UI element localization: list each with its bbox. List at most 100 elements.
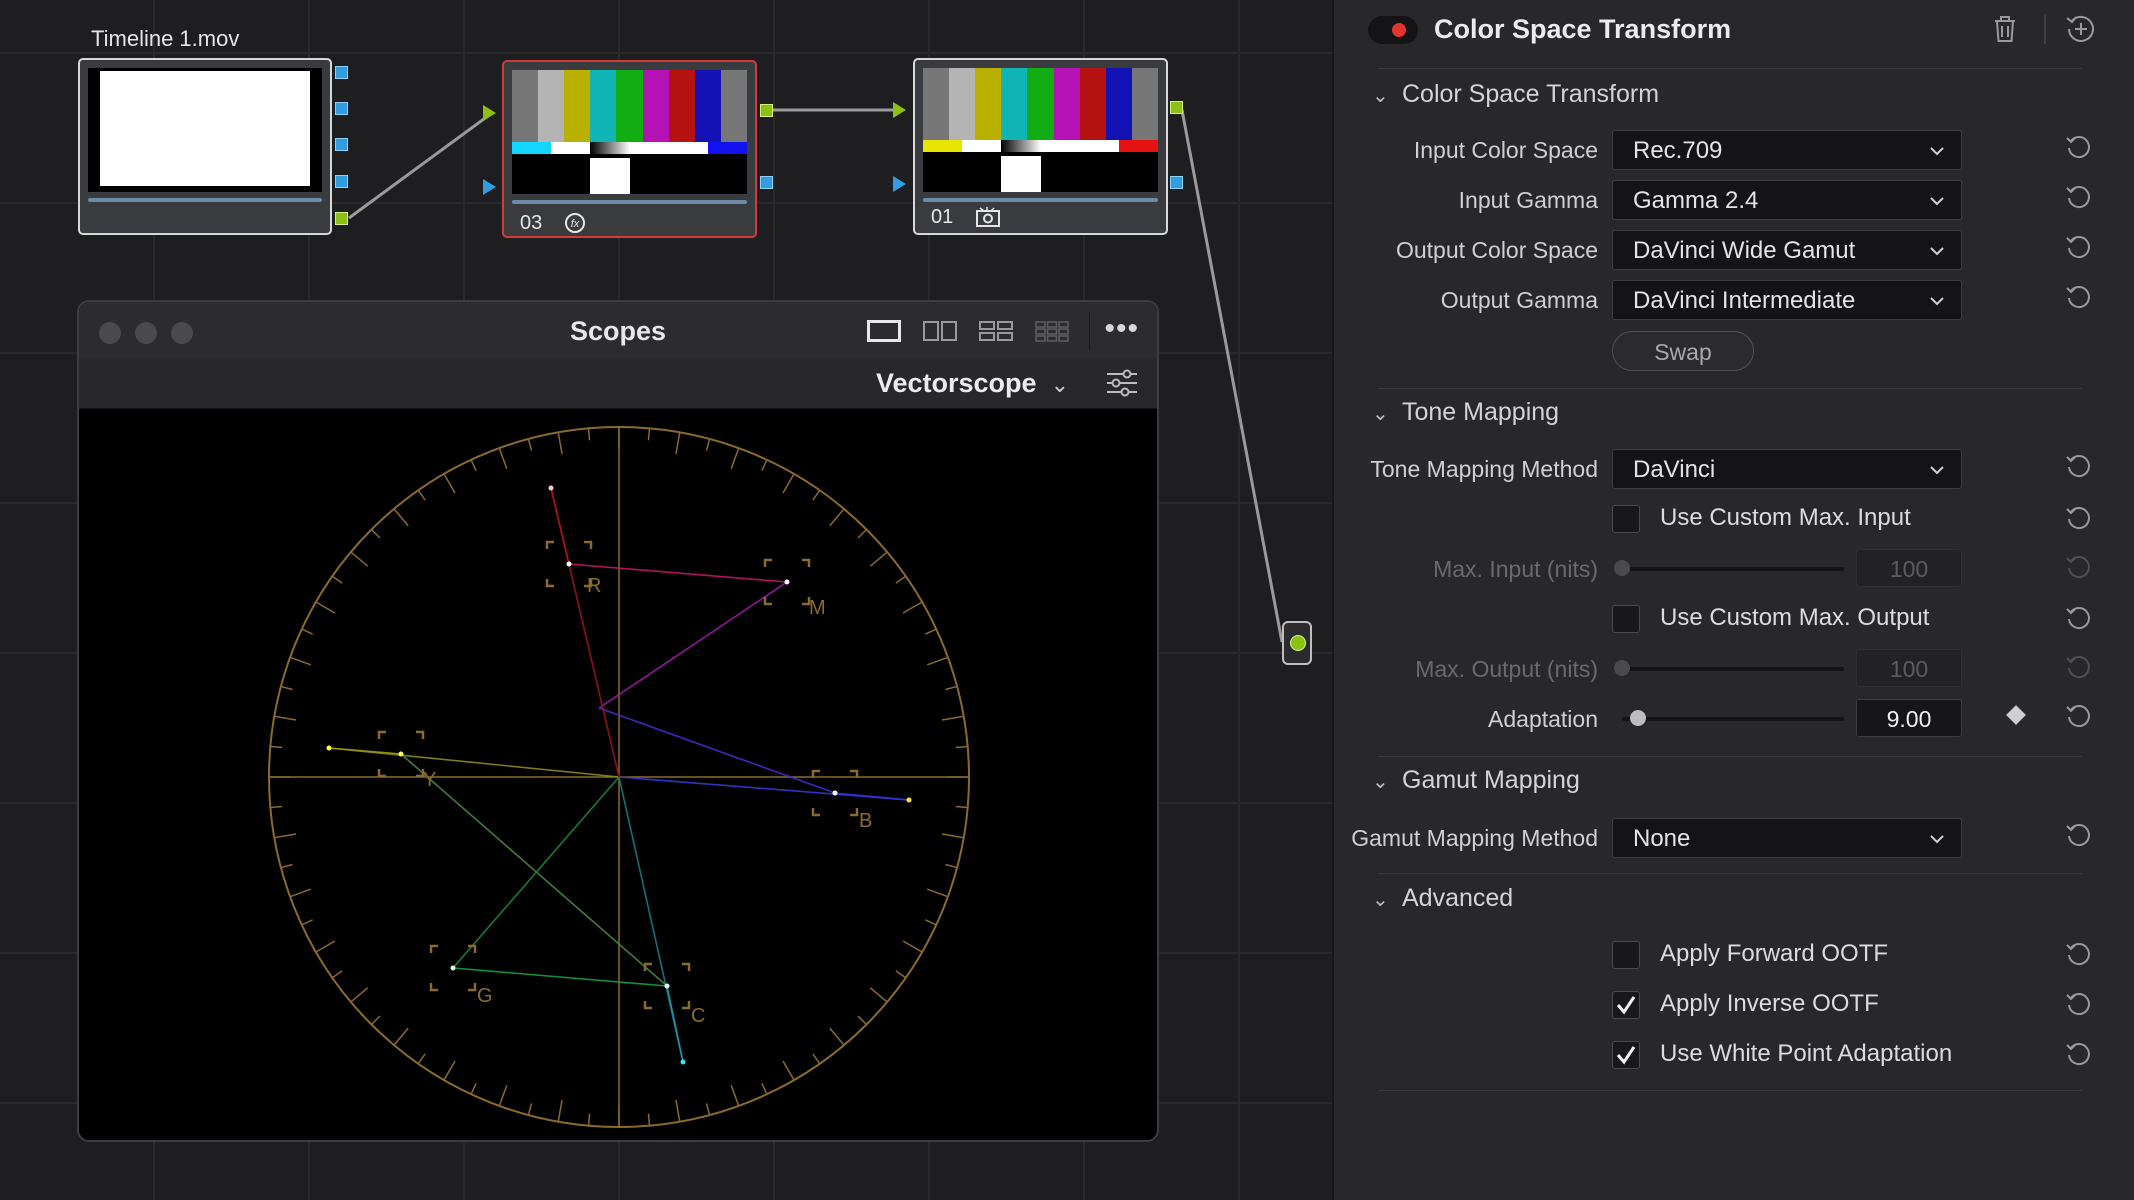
reset-icon[interactable] <box>2064 183 2094 213</box>
checkmark-icon <box>1616 996 1636 1015</box>
use-custom-max-output-checkbox[interactable] <box>1612 605 1640 633</box>
reset-icon[interactable] <box>2064 283 2094 313</box>
chevron-down-icon <box>1930 297 1944 306</box>
input-gamma-dropdown[interactable]: Gamma 2.4 <box>1612 180 1962 220</box>
output-input-port[interactable] <box>1290 635 1306 651</box>
scopes-window[interactable]: Scopes ••• Vectorscope ⌄ R M Y B G C <box>77 300 1159 1142</box>
rgb-output-port[interactable] <box>335 212 348 225</box>
apply-forward-ootf-checkbox[interactable] <box>1612 941 1640 969</box>
swap-button[interactable]: Swap <box>1612 331 1754 371</box>
chevron-down-icon <box>1930 835 1944 844</box>
reset-icon[interactable] <box>2064 1040 2094 1070</box>
chevron-down-icon: ⌄ <box>1372 403 1389 425</box>
reset-icon[interactable] <box>2064 821 2094 851</box>
output-color-space-dropdown[interactable]: DaVinci Wide Gamut <box>1612 230 1962 270</box>
reset-icon[interactable] <box>2064 990 2094 1020</box>
single-layout-icon[interactable] <box>863 318 905 344</box>
apply-inverse-ootf-label: Apply Inverse OOTF <box>1660 990 1879 1017</box>
node-01-thumbnail <box>923 68 1159 192</box>
divider <box>1378 1090 2082 1091</box>
max-input-slider <box>1612 554 1844 584</box>
target-label-m: M <box>809 597 826 619</box>
dropdown-value: Gamma 2.4 <box>1633 187 1759 214</box>
section-color-space-transform[interactable]: ⌄ Color Space Transform <box>1372 80 1659 109</box>
scopes-titlebar[interactable]: Scopes ••• <box>79 302 1157 359</box>
output-port[interactable] <box>335 102 348 115</box>
max-output-label: Max. Output (nits) <box>1415 656 1598 682</box>
grid-layout-icon[interactable] <box>1031 318 1073 344</box>
use-custom-max-output-label: Use Custom Max. Output <box>1660 604 1930 631</box>
rgb-output-port[interactable] <box>760 104 773 117</box>
chevron-down-icon: ⌄ <box>1050 372 1069 397</box>
divider <box>1378 756 2082 757</box>
apply-inverse-ootf-checkbox[interactable] <box>1612 991 1640 1019</box>
trash-icon[interactable] <box>1992 14 2018 44</box>
checkmark-icon <box>1616 1046 1636 1065</box>
section-title: Gamut Mapping <box>1402 766 1580 794</box>
input-gamma-label: Input Gamma <box>1458 187 1598 213</box>
panel-header: Color Space Transform <box>1334 0 2134 64</box>
chevron-down-icon: ⌄ <box>1372 889 1389 911</box>
adaptation-slider[interactable] <box>1612 704 1844 734</box>
section-title: Tone Mapping <box>1402 398 1560 426</box>
use-custom-max-input-label: Use Custom Max. Input <box>1660 504 1911 531</box>
reset-icon[interactable] <box>2064 504 2094 534</box>
slider-knob[interactable] <box>1630 710 1646 726</box>
tone-mapping-method-dropdown[interactable]: DaVinci <box>1612 449 1962 489</box>
scope-type-dropdown[interactable]: Vectorscope ⌄ <box>876 368 1069 399</box>
node-number: 01 <box>931 206 954 228</box>
reset-icon[interactable] <box>2064 452 2094 482</box>
slider-knob <box>1614 560 1630 576</box>
output-color-space-label: Output Color Space <box>1395 237 1598 263</box>
reset-all-icon[interactable] <box>2064 12 2098 46</box>
reset-icon[interactable] <box>2064 940 2094 970</box>
node-editor[interactable]: Timeline 1.mov 03 fx 01 Scopes ••• Vecto… <box>0 0 1332 1200</box>
section-tone-mapping[interactable]: ⌄ Tone Mapping <box>1372 398 1559 427</box>
output-port[interactable] <box>335 66 348 79</box>
divider <box>1378 388 2082 389</box>
dropdown-value: DaVinci Intermediate <box>1633 287 1856 314</box>
rgb-input-port[interactable] <box>483 105 496 121</box>
input-color-space-label: Input Color Space <box>1413 137 1598 163</box>
reset-icon[interactable] <box>2064 702 2094 732</box>
timeline-output-node[interactable] <box>1282 621 1312 665</box>
adaptation-field[interactable]: 9.00 <box>1856 699 1962 737</box>
cache-icon <box>975 206 1001 234</box>
node-03[interactable]: 03 fx <box>502 60 757 238</box>
section-gamut-mapping[interactable]: ⌄ Gamut Mapping <box>1372 766 1580 795</box>
key-output-port[interactable] <box>760 176 773 189</box>
use-white-point-adaptation-checkbox[interactable] <box>1612 1041 1640 1069</box>
keyframe-icon[interactable] <box>2006 705 2026 725</box>
scope-settings-icon[interactable] <box>1105 368 1139 398</box>
fx-icon: fx <box>564 212 586 240</box>
reset-icon[interactable] <box>2064 133 2094 163</box>
dropdown-value: DaVinci Wide Gamut <box>1633 237 1856 264</box>
output-gamma-dropdown[interactable]: DaVinci Intermediate <box>1612 280 1962 320</box>
reset-icon[interactable] <box>2064 604 2094 634</box>
max-output-slider <box>1612 654 1844 684</box>
enable-toggle[interactable] <box>1368 16 1418 44</box>
rgb-output-port[interactable] <box>1170 101 1183 114</box>
reset-icon[interactable] <box>2064 233 2094 263</box>
rgb-input-port[interactable] <box>893 102 906 118</box>
use-custom-max-input-checkbox[interactable] <box>1612 505 1640 533</box>
color-space-transform-panel: Color Space Transform ⌄ Color Space Trans… <box>1332 0 2134 1200</box>
key-output-port[interactable] <box>1170 176 1183 189</box>
output-port[interactable] <box>335 138 348 151</box>
section-advanced[interactable]: ⌄ Advanced <box>1372 884 1513 913</box>
source-node[interactable] <box>78 58 332 235</box>
section-title: Advanced <box>1402 884 1514 912</box>
output-port[interactable] <box>335 175 348 188</box>
target-label-r: R <box>587 575 601 597</box>
gamut-mapping-method-dropdown[interactable]: None <box>1612 818 1962 858</box>
quad-layout-icon[interactable] <box>975 318 1017 344</box>
more-options-button[interactable]: ••• <box>1104 314 1139 344</box>
node-01[interactable]: 01 <box>913 58 1168 235</box>
key-input-port[interactable] <box>483 179 496 195</box>
input-color-space-dropdown[interactable]: Rec.709 <box>1612 130 1962 170</box>
chevron-down-icon <box>1930 247 1944 256</box>
clip-name-label: Timeline 1.mov <box>91 26 240 51</box>
header-separator <box>2044 14 2046 44</box>
dual-layout-icon[interactable] <box>919 318 961 344</box>
key-input-port[interactable] <box>893 176 906 192</box>
